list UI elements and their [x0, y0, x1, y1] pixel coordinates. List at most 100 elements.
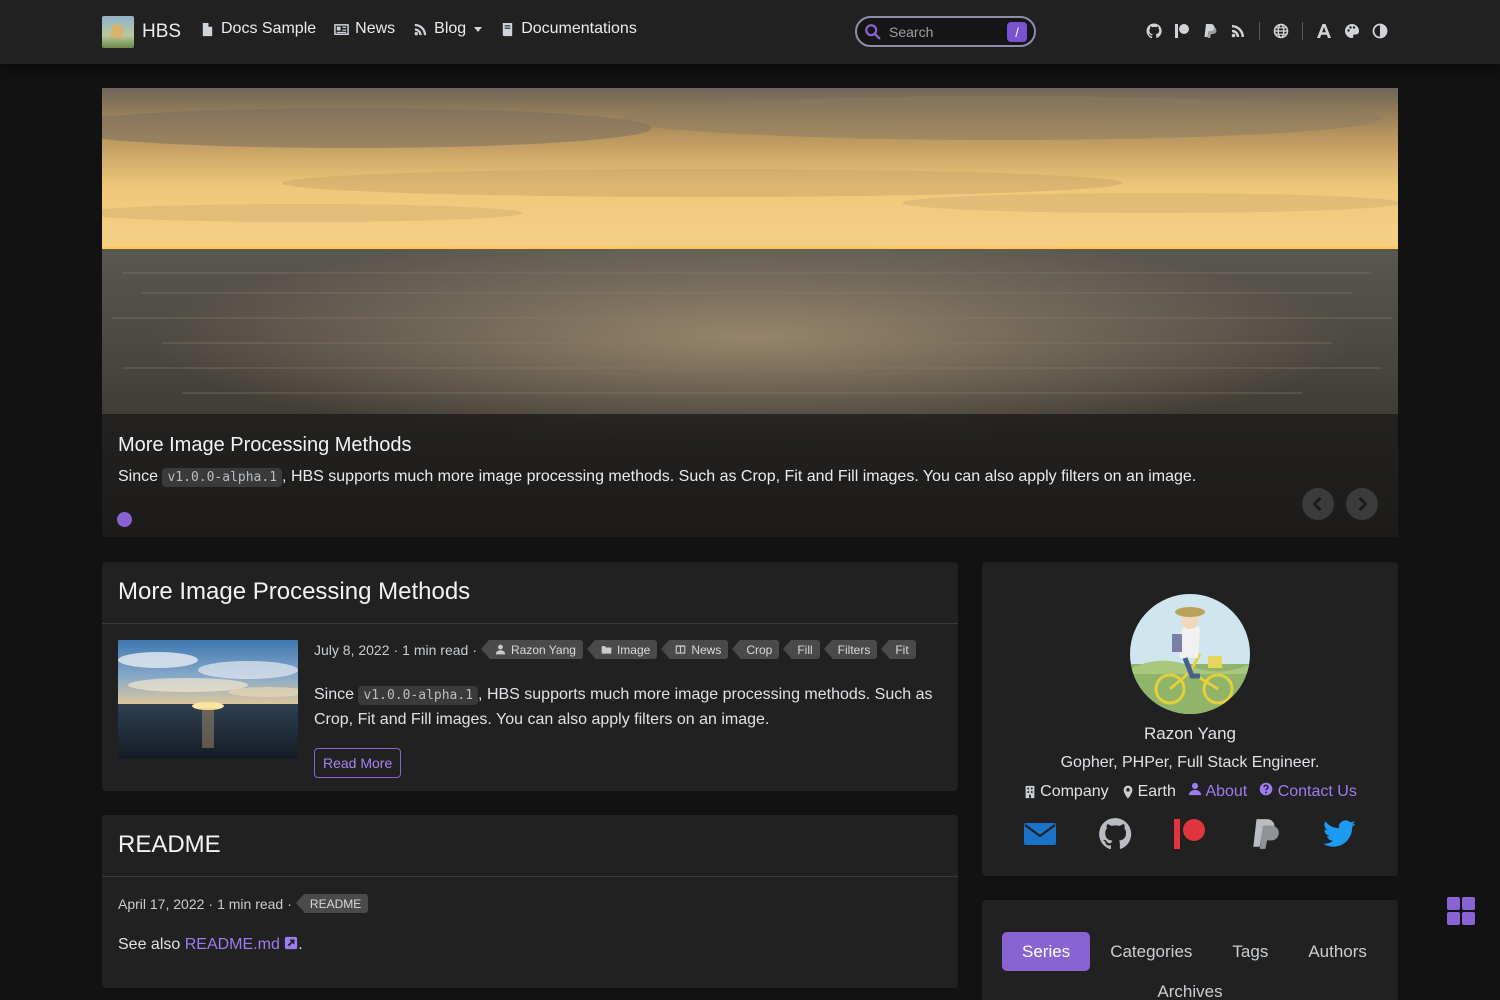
search-input[interactable] — [889, 23, 999, 40]
email-link[interactable] — [1022, 816, 1058, 852]
github-icon — [1099, 818, 1132, 850]
profile-about-link[interactable]: About — [1188, 782, 1247, 801]
grid-cell — [1447, 912, 1460, 925]
profile-contact-label: Contact Us — [1277, 783, 1357, 800]
paypal-icon — [1204, 24, 1217, 38]
nav-link-docs-sample[interactable]: Docs Sample — [200, 20, 316, 38]
theme-toggle[interactable] — [1371, 22, 1389, 40]
github-link[interactable] — [1145, 22, 1163, 40]
profile-contact-link[interactable]: Contact Us — [1259, 782, 1357, 801]
chevron-down-icon — [474, 26, 483, 32]
nav-link-blog[interactable]: Blog — [413, 20, 483, 38]
punctuation: . — [298, 936, 303, 953]
carousel-prev-button[interactable] — [1302, 488, 1334, 520]
palette-button[interactable] — [1343, 22, 1361, 40]
brand-link[interactable]: HBS — [102, 16, 181, 48]
nav-icon-group — [1145, 22, 1399, 40]
tag-label: README — [309, 896, 362, 911]
user-icon — [1188, 782, 1201, 796]
chevron-right-icon — [1358, 496, 1368, 512]
font-size-button[interactable] — [1315, 22, 1333, 40]
avatar[interactable] — [1130, 594, 1250, 714]
palette-icon — [1345, 23, 1360, 38]
post-card: More Image Processing Methods July 8, 20… — [102, 562, 958, 791]
twitter-icon — [1323, 820, 1356, 847]
readme-card: README April 17, 2022 · 1 min read · READM… — [102, 815, 958, 988]
carousel-indicator[interactable] — [117, 512, 132, 527]
social-links — [1022, 816, 1358, 852]
nav-link-documentations[interactable]: Documentations — [500, 20, 637, 38]
tab-archives[interactable]: Archives — [982, 982, 1398, 1000]
carousel-caption: More Image Processing Methods Since v1.0… — [102, 414, 1398, 537]
caption-text: , HBS supports much more image processin… — [282, 468, 1197, 485]
see-also-text: See also — [118, 936, 185, 953]
readme-title[interactable]: README — [118, 831, 221, 858]
tab-tags[interactable]: Tags — [1212, 932, 1288, 971]
readme-read-time: 1 min read — [217, 895, 284, 912]
globe-icon — [1273, 23, 1289, 39]
patreon-social-link[interactable] — [1172, 816, 1208, 852]
version-code: v1.0.0-alpha.1 — [358, 686, 479, 705]
nav-link-news[interactable]: News — [334, 20, 395, 38]
folder-icon — [601, 646, 612, 654]
meta-separator: · — [287, 895, 292, 912]
top-navbar: HBS Docs Sample News Blog Documentations… — [0, 0, 1500, 64]
twitter-social-link[interactable] — [1322, 816, 1358, 852]
caption-text: Since — [118, 468, 163, 485]
github-social-link[interactable] — [1097, 816, 1133, 852]
external-link-icon — [285, 936, 298, 950]
carousel-caption-description: Since v1.0.0-alpha.1, HBS supports much … — [118, 468, 1197, 487]
brand-logo — [102, 16, 134, 48]
layout-grid-button[interactable] — [1447, 897, 1475, 925]
post-meta: July 8, 2022 · 1 min read · Razon Yang Ima… — [314, 640, 934, 659]
hero-carousel: More Image Processing Methods Since v1.0… — [102, 88, 1398, 537]
newspaper-icon — [334, 23, 349, 35]
paypal-link[interactable] — [1201, 22, 1219, 40]
profile-company-label: Company — [1040, 782, 1109, 800]
github-icon — [1146, 23, 1162, 39]
category-tag[interactable]: News — [661, 640, 729, 659]
meta-separator: · — [393, 641, 399, 658]
readme-link[interactable]: README.md — [185, 936, 299, 953]
post-thumbnail[interactable] — [118, 640, 298, 759]
readme-tag[interactable]: README — [295, 894, 369, 913]
carousel-next-button[interactable] — [1346, 488, 1378, 520]
read-more-button[interactable]: Read More — [314, 748, 402, 778]
contrast-icon — [1372, 23, 1388, 39]
avatar-image — [1130, 594, 1250, 714]
blog-icon — [414, 23, 427, 35]
profile-location: Earth — [1121, 782, 1176, 801]
paypal-icon — [1253, 819, 1279, 849]
profile-card: Razon Yang Gopher, PHPer, Full Stack Eng… — [982, 562, 1398, 876]
font-size-icon — [1317, 24, 1331, 38]
tab-series[interactable]: Series — [1002, 932, 1091, 971]
nav-divider — [1302, 22, 1303, 40]
summary-text: Since — [314, 686, 359, 703]
tag-label: Crop — [746, 642, 773, 657]
rss-icon — [1231, 25, 1244, 38]
language-switcher[interactable] — [1272, 22, 1290, 40]
search-shortcut-key: / — [1007, 22, 1027, 42]
meta-separator: · — [208, 895, 214, 912]
post-body: July 8, 2022 · 1 min read · Razon Yang Ima… — [314, 640, 934, 778]
search-box[interactable]: / — [855, 16, 1036, 47]
tab-categories[interactable]: Categories — [1090, 932, 1212, 971]
post-tag[interactable]: Fill — [783, 640, 820, 659]
tag-label: Razon Yang — [511, 642, 576, 657]
rss-link[interactable] — [1229, 22, 1247, 40]
category-tag[interactable]: Image — [586, 640, 658, 659]
profile-location-label: Earth — [1137, 782, 1176, 800]
brand-name: HBS — [142, 21, 182, 42]
file-icon — [202, 22, 213, 36]
version-code: v1.0.0-alpha.1 — [162, 468, 283, 487]
grid-cell — [1462, 897, 1475, 910]
tab-authors[interactable]: Authors — [1288, 932, 1387, 971]
post-tag[interactable]: Fit — [881, 640, 916, 659]
patreon-link[interactable] — [1173, 22, 1191, 40]
post-title[interactable]: More Image Processing Methods — [118, 578, 470, 605]
post-tag[interactable]: Filters — [823, 640, 878, 659]
author-tag[interactable]: Razon Yang — [481, 640, 583, 659]
post-tag[interactable]: Crop — [732, 640, 780, 659]
paypal-social-link[interactable] — [1247, 816, 1283, 852]
nav-link-label: Documentations — [521, 20, 637, 37]
